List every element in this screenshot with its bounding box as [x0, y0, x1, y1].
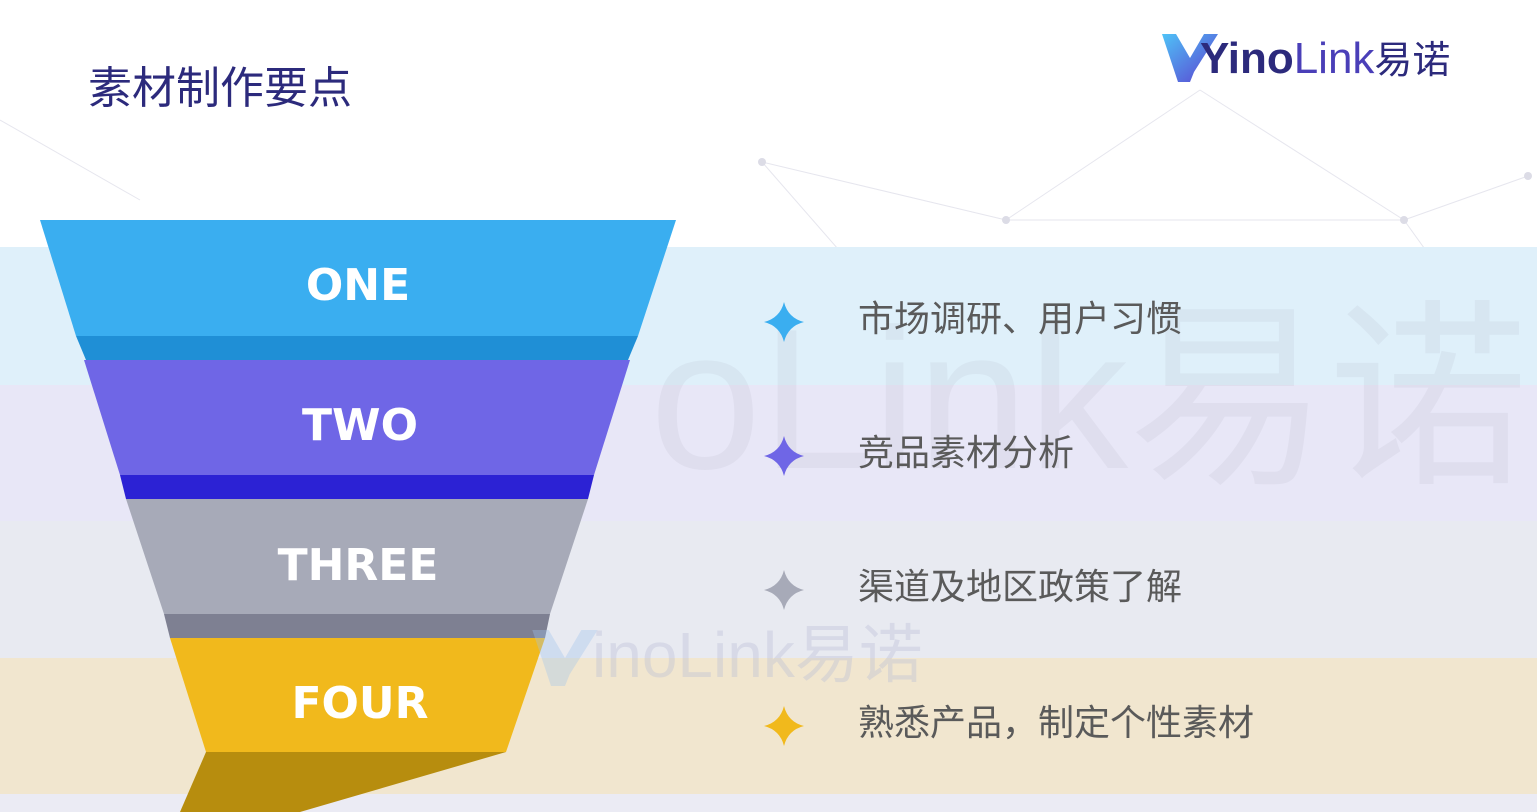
funnel-label-one: ONE	[306, 260, 410, 311]
logo-text-part2: Link	[1293, 34, 1375, 83]
four-point-star-icon	[764, 570, 804, 610]
fold-three	[164, 614, 550, 638]
fold-four	[180, 752, 506, 812]
funnel-label-two: TWO	[302, 400, 418, 451]
funnel-label-four: FOUR	[291, 678, 428, 729]
funnel-label-three: THREE	[278, 540, 439, 591]
fold-one	[76, 336, 638, 360]
four-point-star-icon	[764, 302, 804, 342]
logo-text-part3: 易诺	[1374, 38, 1451, 82]
logo-text: YinoLink易诺	[1200, 34, 1450, 85]
list-item-text: 市场调研、用户习惯	[858, 299, 1183, 340]
center-watermark-logo: inoLink易诺	[530, 612, 990, 702]
fold-two	[120, 475, 594, 499]
watermark-logo-icon	[532, 630, 598, 686]
watermark-logo-text: inoLink易诺	[592, 619, 923, 691]
four-point-star-icon	[764, 436, 804, 476]
slide: oLink易诺 素材制作要点 YinoLink易诺 ONE TWO THREE	[0, 0, 1537, 812]
logo-text-part1: Yino	[1200, 34, 1294, 83]
yinolink-logo: YinoLink易诺	[1160, 28, 1470, 88]
list-item-text: 竞品素材分析	[858, 433, 1075, 474]
list-item-text: 熟悉产品，制定个性素材	[858, 703, 1255, 744]
four-point-star-icon	[764, 706, 804, 746]
list-item-text: 渠道及地区政策了解	[858, 567, 1183, 608]
